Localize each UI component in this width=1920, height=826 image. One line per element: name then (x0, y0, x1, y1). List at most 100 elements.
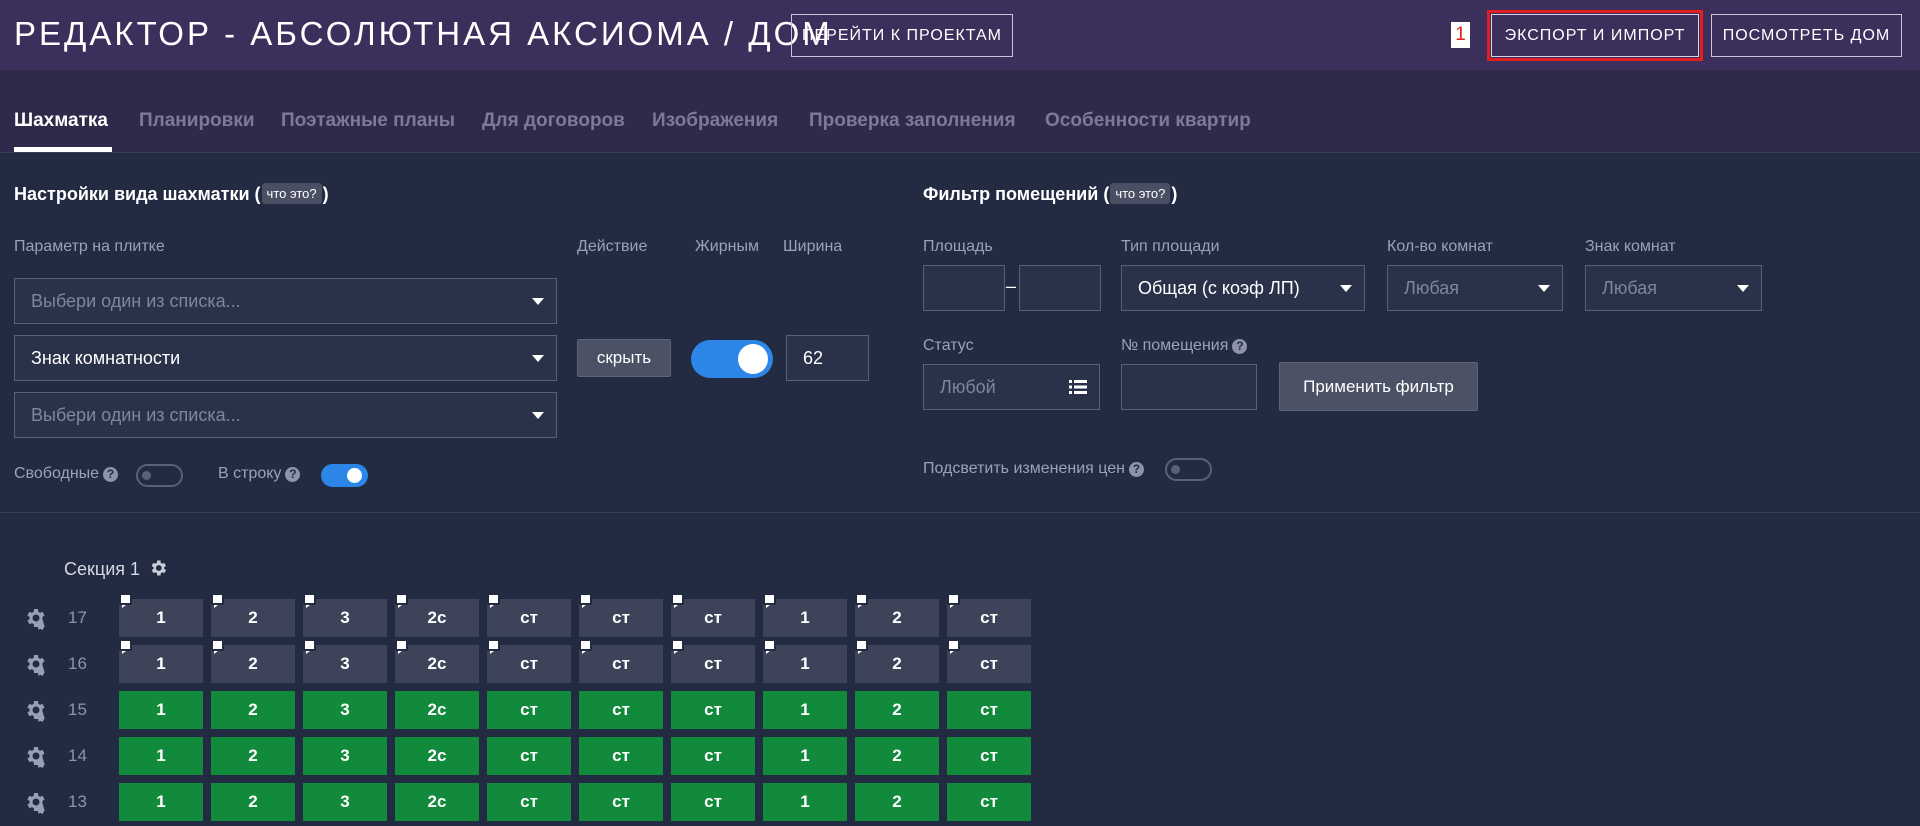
tab-fill-check[interactable]: Проверка заполнения (809, 110, 1016, 132)
apartment-cell[interactable]: 3 (303, 691, 387, 729)
comment-icon[interactable] (763, 639, 776, 654)
apartment-cell[interactable]: 2 (211, 737, 295, 775)
apartment-cell[interactable]: ст (487, 691, 571, 729)
section-settings-gear-icon[interactable] (148, 558, 168, 578)
area-from-input[interactable] (923, 265, 1005, 311)
tab-images[interactable]: Изображения (652, 110, 778, 132)
tile-param-select-2[interactable]: Знак комнатности (14, 335, 557, 381)
apartment-cell[interactable]: ст (579, 783, 663, 821)
apartment-cell[interactable]: ст (579, 691, 663, 729)
apply-filter-button[interactable]: Применить фильтр (1279, 362, 1478, 411)
apartment-cell[interactable]: ст (579, 593, 663, 637)
apartment-cell[interactable]: 2с (395, 691, 479, 729)
comment-icon[interactable] (579, 639, 592, 654)
width-input[interactable]: 62 (786, 335, 869, 381)
apartment-cell[interactable]: 2 (855, 639, 939, 683)
bold-toggle[interactable] (691, 340, 773, 378)
apartment-cell[interactable]: 2 (211, 593, 295, 637)
apartment-cell[interactable]: 3 (303, 593, 387, 637)
comment-icon[interactable] (303, 639, 316, 654)
room-sign-select[interactable]: Любая (1585, 265, 1762, 311)
free-toggle[interactable] (136, 464, 183, 487)
apartment-cell[interactable]: 2с (395, 737, 479, 775)
go-to-projects-button[interactable]: ПЕРЕЙТИ К ПРОЕКТАМ (791, 14, 1013, 57)
floor-settings-gear-icon[interactable] (23, 790, 47, 814)
unit-number-input[interactable] (1121, 364, 1257, 410)
apartment-cell[interactable]: 2 (855, 691, 939, 729)
apartment-cell[interactable]: ст (487, 593, 571, 637)
apartment-cell[interactable]: ст (671, 639, 755, 683)
comment-icon[interactable] (763, 593, 776, 608)
comment-icon[interactable] (855, 639, 868, 654)
apartment-cell[interactable]: 2 (211, 691, 295, 729)
tile-param-select-3[interactable]: Выбери один из списка... (14, 392, 557, 438)
comment-icon[interactable] (947, 639, 960, 654)
rooms-select[interactable]: Любая (1387, 265, 1563, 311)
comment-icon[interactable] (671, 639, 684, 654)
status-multiselect[interactable]: Любой (923, 364, 1100, 410)
apartment-cell[interactable]: ст (947, 593, 1031, 637)
apartment-cell[interactable]: 3 (303, 737, 387, 775)
tile-param-select-1[interactable]: Выбери один из списка... (14, 278, 557, 324)
floor-settings-gear-icon[interactable] (23, 652, 47, 676)
apartment-cell[interactable]: 3 (303, 783, 387, 821)
apartment-cell[interactable]: ст (487, 639, 571, 683)
apartment-cell[interactable]: ст (671, 691, 755, 729)
comment-icon[interactable] (395, 593, 408, 608)
view-house-button[interactable]: ПОСМОТРЕТЬ ДОМ (1711, 14, 1902, 57)
comment-icon[interactable] (855, 593, 868, 608)
comment-icon[interactable] (119, 639, 132, 654)
comment-icon[interactable] (579, 593, 592, 608)
apartment-cell[interactable]: 1 (763, 737, 847, 775)
comment-icon[interactable] (487, 639, 500, 654)
apartment-cell[interactable]: 2с (395, 593, 479, 637)
tab-floor-plans[interactable]: Поэтажные планы (281, 110, 455, 132)
apartment-cell[interactable]: ст (579, 639, 663, 683)
tab-apartment-features[interactable]: Особенности квартир (1045, 110, 1251, 132)
apartment-cell[interactable]: 1 (119, 783, 203, 821)
apartment-cell[interactable]: 2 (211, 639, 295, 683)
question-icon[interactable]: ? (1232, 339, 1248, 354)
apartment-cell[interactable]: ст (947, 737, 1031, 775)
area-to-input[interactable] (1019, 265, 1101, 311)
question-icon[interactable]: ? (285, 467, 301, 482)
export-import-button[interactable]: ЭКСПОРТ И ИМПОРТ (1487, 10, 1703, 61)
apartment-cell[interactable]: ст (947, 783, 1031, 821)
floor-settings-gear-icon[interactable] (23, 744, 47, 768)
apartment-cell[interactable]: ст (487, 783, 571, 821)
apartment-cell[interactable]: 1 (763, 691, 847, 729)
floor-settings-gear-icon[interactable] (23, 606, 47, 630)
comment-icon[interactable] (211, 639, 224, 654)
comment-icon[interactable] (211, 593, 224, 608)
apartment-cell[interactable]: ст (947, 691, 1031, 729)
comment-icon[interactable] (119, 593, 132, 608)
tab-layouts[interactable]: Планировки (139, 110, 255, 132)
apartment-cell[interactable]: 1 (119, 593, 203, 637)
apartment-cell[interactable]: 1 (119, 737, 203, 775)
tab-contracts[interactable]: Для договоров (482, 110, 625, 132)
apartment-cell[interactable]: 2 (855, 737, 939, 775)
apartment-cell[interactable]: 2 (211, 783, 295, 821)
apartment-cell[interactable]: ст (947, 639, 1031, 683)
apartment-cell[interactable]: ст (671, 737, 755, 775)
comment-icon[interactable] (947, 593, 960, 608)
question-icon[interactable]: ? (103, 467, 119, 482)
apartment-cell[interactable]: ст (671, 593, 755, 637)
apartment-cell[interactable]: 2с (395, 783, 479, 821)
comment-icon[interactable] (671, 593, 684, 608)
apartment-cell[interactable]: ст (579, 737, 663, 775)
apartment-cell[interactable]: 2 (855, 783, 939, 821)
apartment-cell[interactable]: 3 (303, 639, 387, 683)
apartment-cell[interactable]: 2 (855, 593, 939, 637)
apartment-cell[interactable]: ст (671, 783, 755, 821)
comment-icon[interactable] (303, 593, 316, 608)
apartment-cell[interactable]: 1 (763, 593, 847, 637)
apartment-cell[interactable]: 1 (763, 639, 847, 683)
question-icon[interactable]: ? (1128, 462, 1144, 477)
hide-button[interactable]: скрыть (577, 339, 671, 377)
tab-chessboard[interactable]: Шахматка (14, 110, 108, 132)
apartment-cell[interactable]: 1 (763, 783, 847, 821)
comment-icon[interactable] (487, 593, 500, 608)
apartment-cell[interactable]: ст (487, 737, 571, 775)
apartment-cell[interactable]: 1 (119, 691, 203, 729)
